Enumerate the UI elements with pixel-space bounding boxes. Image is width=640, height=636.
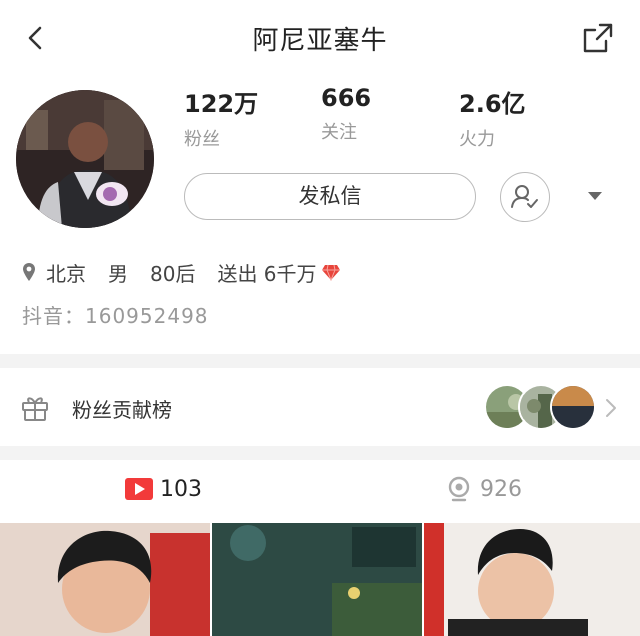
following-count: 666 — [321, 84, 372, 112]
tab-live[interactable]: 926 — [444, 476, 522, 502]
video-play-icon — [125, 478, 153, 500]
diamond-gem-icon — [321, 264, 340, 281]
live-count: 926 — [480, 476, 522, 502]
live-camera-icon — [448, 476, 470, 502]
share-button[interactable] — [580, 20, 616, 56]
douyin-id: 抖音：160952498 — [22, 304, 209, 328]
stat-following[interactable]: 666 关注 — [321, 84, 371, 144]
location-pin-icon — [23, 263, 35, 281]
location-text: 北京 — [46, 261, 86, 286]
gender-text: 男 — [108, 261, 128, 286]
video-thumbnail[interactable] — [424, 523, 640, 636]
video-thumbnail[interactable] — [0, 523, 210, 636]
section-divider — [0, 446, 640, 460]
fans-label: 粉丝 — [184, 129, 220, 150]
firepower-count: 2.6亿 — [459, 90, 526, 118]
share-icon — [583, 23, 613, 53]
generation-text: 80后 — [150, 261, 196, 286]
chevron-right-icon — [606, 399, 616, 417]
content-tabs: 103 926 — [0, 462, 640, 520]
user-check-icon — [511, 185, 538, 208]
section-divider — [0, 354, 640, 368]
following-label: 关注 — [321, 122, 357, 143]
fans-count: 122万 — [184, 90, 259, 118]
tab-videos[interactable]: 103 — [124, 476, 202, 502]
fan-avatar — [550, 384, 596, 430]
gift-icon — [22, 397, 48, 421]
profile-info-row: 北京 男 80后 送出 6千万 — [22, 258, 341, 286]
top-bar: 阿尼亚塞牛 — [0, 0, 640, 76]
videos-count: 103 — [160, 476, 202, 502]
firepower-label: 火力 — [459, 129, 495, 150]
sent-gifts-text: 送出 6千万 — [217, 261, 317, 286]
fans-rank-label: 粉丝贡献榜 — [72, 398, 172, 422]
video-grid — [0, 523, 640, 636]
avatar-image — [16, 90, 154, 228]
stat-fans[interactable]: 122万 粉丝 — [184, 84, 258, 151]
stat-firepower[interactable]: 2.6亿 火力 — [459, 84, 526, 151]
profile-avatar[interactable] — [16, 90, 154, 228]
more-dropdown-button[interactable] — [585, 188, 605, 204]
caret-down-icon — [588, 192, 602, 200]
video-thumbnail[interactable] — [212, 523, 422, 636]
send-message-button[interactable]: 发私信 — [184, 173, 476, 220]
fan-avatar-stack — [484, 384, 596, 432]
follow-button[interactable] — [500, 172, 550, 222]
fans-contribution-row[interactable]: 粉丝贡献榜 — [0, 370, 640, 446]
page-title: 阿尼亚塞牛 — [252, 26, 388, 56]
